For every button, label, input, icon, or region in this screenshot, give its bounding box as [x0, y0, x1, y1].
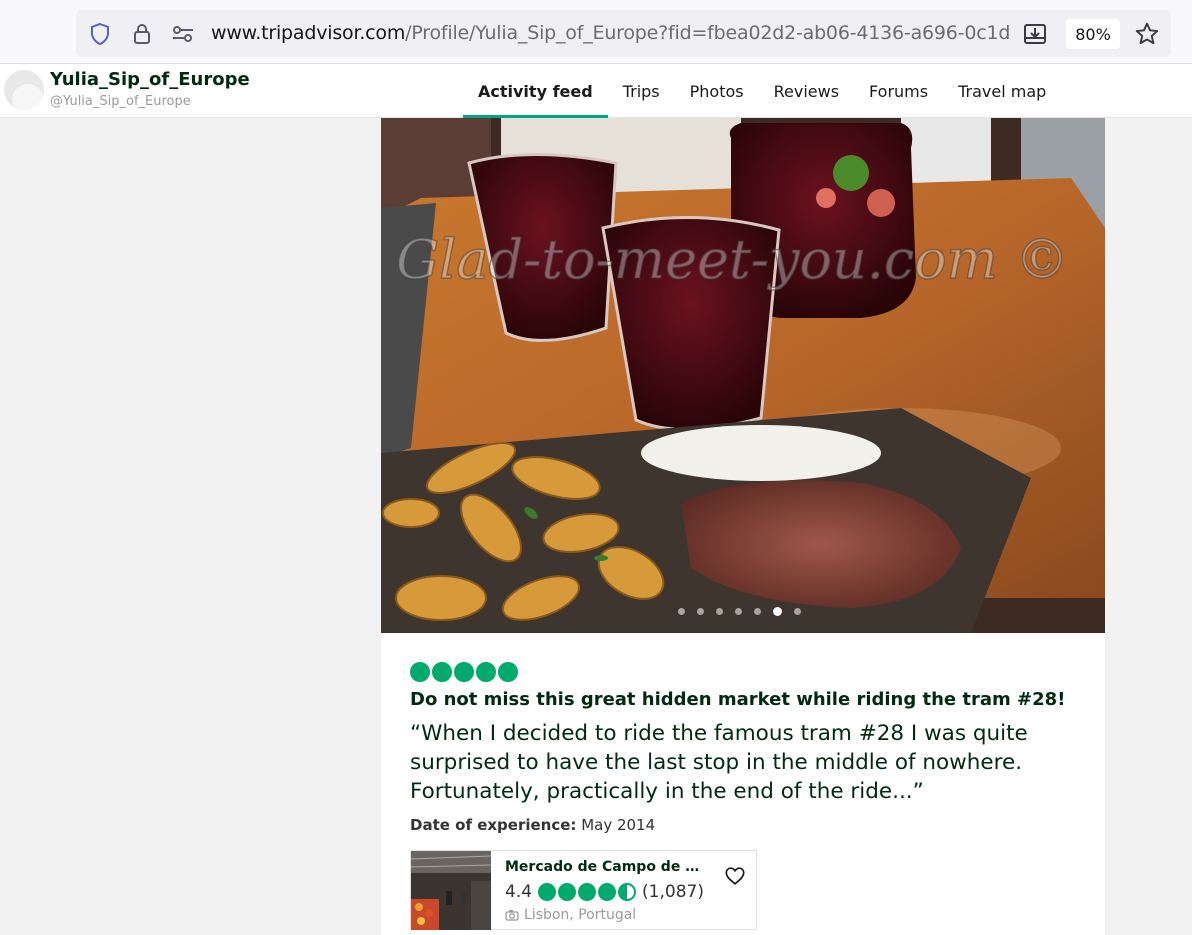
lock-icon[interactable]	[129, 21, 155, 47]
carousel-dot[interactable]	[716, 608, 723, 615]
place-rating-bubble	[618, 883, 637, 901]
carousel-dot[interactable]	[678, 608, 685, 615]
date-of-experience-value: May 2014	[581, 816, 656, 834]
profile-tabs: Activity feed Trips Photos Reviews Forum…	[463, 64, 1061, 118]
review-title[interactable]: Do not miss this great hidden market whi…	[410, 689, 1065, 710]
save-to-pocket-download-icon[interactable]	[1022, 21, 1048, 47]
place-rating: 4.4 (1,087)	[505, 882, 704, 902]
avatar[interactable]	[4, 70, 44, 110]
tab-trips[interactable]: Trips	[608, 64, 675, 118]
url-host: www.tripadvisor.com	[211, 22, 406, 44]
address-bar[interactable]: www.tripadvisor.com/Profile/Yulia_Sip_of…	[76, 10, 1171, 57]
rating-bubble	[432, 662, 452, 682]
url-path: /Profile/Yulia_Sip_of_Europe?fid=fbea02d…	[405, 22, 1011, 44]
rating-bubble	[476, 662, 496, 682]
url-text[interactable]: www.tripadvisor.com/Profile/Yulia_Sip_of…	[211, 22, 1011, 44]
carousel-dot[interactable]	[794, 608, 801, 615]
bookmark-star-icon[interactable]	[1134, 21, 1160, 47]
camera-icon	[505, 910, 519, 921]
site-permissions-icon[interactable]	[170, 21, 196, 47]
review-photo: Glad-to-meet-you.com ©	[381, 118, 1105, 633]
review-photo-carousel[interactable]: Glad-to-meet-you.com ©	[381, 118, 1105, 633]
review-post-card: Glad-to-meet-you.com © Do not miss this …	[381, 118, 1105, 935]
save-heart-icon[interactable]	[724, 865, 746, 887]
place-rating-bubbles	[538, 883, 637, 901]
tab-reviews[interactable]: Reviews	[759, 64, 854, 118]
place-rating-bubble	[598, 883, 617, 901]
place-location: Lisbon, Portugal	[505, 907, 636, 923]
rating-bubble	[498, 662, 518, 682]
place-review-count[interactable]: (1,087)	[642, 882, 704, 902]
place-location-text: Lisbon, Portugal	[524, 907, 637, 923]
carousel-dot[interactable]	[735, 608, 742, 615]
carousel-dots[interactable]	[678, 607, 801, 616]
place-thumbnail[interactable]	[411, 851, 491, 930]
carousel-dot[interactable]	[754, 608, 761, 615]
date-of-experience: Date of experience: May 2014	[410, 816, 655, 834]
place-card[interactable]: Mercado de Campo de Ourique 4.4 (1,087) …	[410, 850, 757, 930]
place-name[interactable]: Mercado de Campo de Ourique	[505, 859, 705, 875]
place-rating-bubble	[558, 883, 577, 901]
tab-forums[interactable]: Forums	[854, 64, 943, 118]
place-score: 4.4	[505, 882, 533, 902]
review-text: “When I decided to ride the famous tram …	[410, 721, 1028, 804]
tracking-protection-shield-icon[interactable]	[87, 21, 113, 47]
profile-display-name[interactable]: Yulia_Sip_of_Europe	[50, 69, 250, 90]
browser-toolbar: www.tripadvisor.com/Profile/Yulia_Sip_of…	[0, 0, 1192, 64]
tab-activity-feed[interactable]: Activity feed	[463, 64, 608, 118]
carousel-dot[interactable]	[697, 608, 704, 615]
rating-bubble	[410, 662, 430, 682]
photo-watermark: Glad-to-meet-you.com ©	[396, 228, 1069, 291]
date-of-experience-label: Date of experience:	[410, 816, 577, 834]
place-rating-bubble	[578, 883, 597, 901]
place-rating-bubble	[538, 883, 557, 901]
carousel-dot[interactable]	[773, 607, 782, 616]
rating-bubble	[454, 662, 474, 682]
tab-travel-map[interactable]: Travel map	[943, 64, 1061, 118]
zoom-level-button[interactable]: 80%	[1066, 19, 1120, 49]
review-rating-bubbles	[410, 662, 518, 682]
profile-header: Yulia_Sip_of_Europe @Yulia_Sip_of_Europe…	[0, 64, 1192, 118]
profile-handle: @Yulia_Sip_of_Europe	[50, 94, 191, 109]
tab-photos[interactable]: Photos	[675, 64, 759, 118]
